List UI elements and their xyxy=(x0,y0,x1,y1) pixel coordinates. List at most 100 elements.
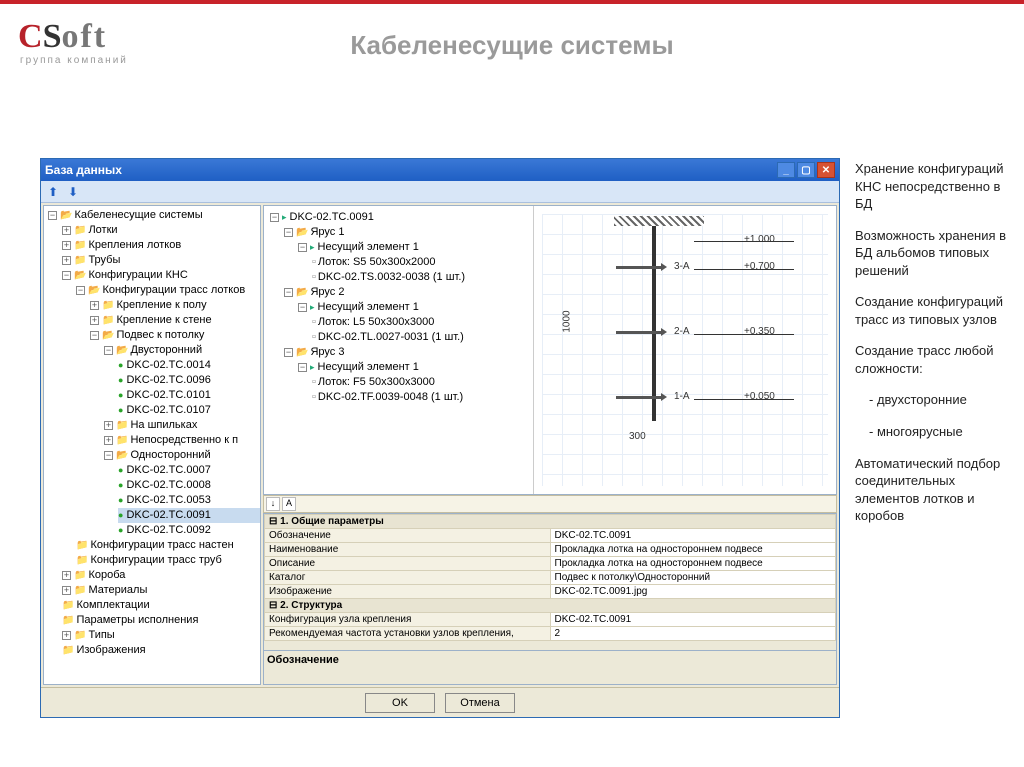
bullet-2: Возможность хранения в БД альбомов типов… xyxy=(855,227,1015,280)
prop-key-name: Наименование xyxy=(265,543,551,557)
tree-ktn[interactable]: Конфигурации трасс настен xyxy=(90,539,233,551)
lbl-2a: 2-A xyxy=(674,326,690,337)
tree-ktr[interactable]: Конфигурации трасс труб xyxy=(90,554,221,566)
sort-az-icon[interactable]: ↓ xyxy=(266,497,280,511)
cfg-y1-ne[interactable]: Несущий элемент 1 xyxy=(318,241,419,253)
cancel-button[interactable]: Отмена xyxy=(445,693,515,713)
arm-2a xyxy=(616,331,664,334)
prop-key-konf: Конфигурация узла крепления xyxy=(265,613,551,627)
tree-podv[interactable]: Подвес к потолку xyxy=(116,329,204,341)
database-window: База данных _ ▢ ✕ ⬆ ⬇ −Кабеленесущие сис… xyxy=(40,158,840,718)
prop-key-freq: Рекомендуемая частота установки узлов кр… xyxy=(265,627,551,641)
item-d2[interactable]: DKC-02.TC.0096 xyxy=(126,374,210,386)
cfg-y3[interactable]: Ярус 3 xyxy=(310,346,344,358)
categorize-icon[interactable]: A xyxy=(282,497,296,511)
left-tree-panel[interactable]: −Кабеленесущие системы +Лотки +Крепления… xyxy=(43,205,261,685)
lbl-3a: 3-A xyxy=(674,261,690,272)
cfg-y2-d[interactable]: DKC-02.TL.0027-0031 (1 шт.) xyxy=(318,331,464,343)
slide-title: Кабеленесущие системы xyxy=(0,30,1024,61)
tree-izob[interactable]: Изображения xyxy=(76,644,145,656)
item-o5[interactable]: DKC-02.TC.0092 xyxy=(126,524,210,536)
prop-key-obozn: Обозначение xyxy=(265,529,551,543)
prop-key-cat: Каталог xyxy=(265,571,551,585)
tree-tipy[interactable]: Типы xyxy=(88,629,114,641)
tree-lotki[interactable]: Лотки xyxy=(88,224,117,236)
tree-nepot[interactable]: Непосредственно к п xyxy=(130,434,238,446)
tree-truby[interactable]: Трубы xyxy=(88,254,120,266)
item-d3[interactable]: DKC-02.TC.0101 xyxy=(126,389,210,401)
slide-bullets: Хранение конфигураций КНС непосредственн… xyxy=(855,160,1015,539)
item-o1[interactable]: DKC-02.TC.0007 xyxy=(126,464,210,476)
val-3a: +0.700 xyxy=(744,261,775,272)
tree-dvust[interactable]: Двусторонний xyxy=(130,344,202,356)
tree-konf[interactable]: Конфигурации КНС xyxy=(88,269,187,281)
cfg-y2[interactable]: Ярус 2 xyxy=(310,286,344,298)
cfg-y3-l[interactable]: Лоток: F5 50x300x3000 xyxy=(318,376,435,388)
bullet-4b: - многоярусные xyxy=(855,423,1015,441)
tree-komp[interactable]: Комплектации xyxy=(76,599,149,611)
bullet-5: Автоматический подбор соединительных эле… xyxy=(855,455,1015,525)
close-button[interactable]: ✕ xyxy=(817,162,835,178)
cfg-root[interactable]: DKC-02.TC.0091 xyxy=(290,211,374,223)
up-arrow-icon[interactable]: ⬆ xyxy=(45,184,61,200)
item-o4-selected[interactable]: DKC-02.TC.0091 xyxy=(126,509,210,521)
cfg-y1[interactable]: Ярус 1 xyxy=(310,226,344,238)
item-d1[interactable]: DKC-02.TC.0014 xyxy=(126,359,210,371)
props-group2: 2. Структура xyxy=(280,600,342,611)
prop-val-freq[interactable]: 2 xyxy=(550,627,836,641)
lbl-1a: 1-A xyxy=(674,391,690,402)
hdim: 300 xyxy=(629,431,646,442)
config-tree-panel[interactable]: −DKC-02.TC.0091 −Ярус 1 −Несущий элемент… xyxy=(264,206,534,494)
item-d4[interactable]: DKC-02.TC.0107 xyxy=(126,404,210,416)
window-toolbar: ⬆ ⬇ xyxy=(41,181,839,203)
tree-shpil[interactable]: На шпильках xyxy=(130,419,197,431)
tree-root[interactable]: Кабеленесущие системы xyxy=(74,209,202,221)
property-description: Обозначение xyxy=(263,651,837,685)
prop-val-cat[interactable]: Подвес к потолку\Односторонний xyxy=(550,571,836,585)
cfg-y3-d[interactable]: DKC-02.TF.0039-0048 (1 шт.) xyxy=(318,391,463,403)
bullet-3: Создание конфигураций трасс из типовых у… xyxy=(855,293,1015,328)
cfg-y1-l[interactable]: Лоток: S5 50x300x2000 xyxy=(318,256,436,268)
window-title: База данных xyxy=(45,163,122,177)
maximize-button[interactable]: ▢ xyxy=(797,162,815,178)
tree-mat[interactable]: Материалы xyxy=(88,584,147,596)
tree-param[interactable]: Параметры исполнения xyxy=(76,614,198,626)
minimize-button[interactable]: _ xyxy=(777,162,795,178)
props-toolbar: ↓ A xyxy=(263,495,837,513)
tree-ksten[interactable]: Крепление к стене xyxy=(116,314,211,326)
prop-val-img[interactable]: DKC-02.TC.0091.jpg xyxy=(550,585,836,599)
prop-val-konf[interactable]: DKC-02.TC.0091 xyxy=(550,613,836,627)
slide-accent-bar xyxy=(0,0,1024,4)
cfg-y2-ne[interactable]: Несущий элемент 1 xyxy=(318,301,419,313)
tree-kpol[interactable]: Крепление к полу xyxy=(116,299,206,311)
val-1a: +0.050 xyxy=(744,391,775,402)
val-top: +1.000 xyxy=(744,234,775,245)
val-2a: +0.350 xyxy=(744,326,775,337)
prop-val-name[interactable]: Прокладка лотка на одностороннем подвесе xyxy=(550,543,836,557)
tree-krepl[interactable]: Крепления лотков xyxy=(88,239,181,251)
prop-val-desc[interactable]: Прокладка лотка на одностороннем подвесе xyxy=(550,557,836,571)
prop-key-img: Изображение xyxy=(265,585,551,599)
ceiling-hatch xyxy=(614,216,704,226)
bullet-4: Создание трасс любой сложности: xyxy=(855,342,1015,377)
item-o3[interactable]: DKC-02.TC.0053 xyxy=(126,494,210,506)
down-arrow-icon[interactable]: ⬇ xyxy=(65,184,81,200)
ok-button[interactable]: OK xyxy=(365,693,435,713)
cfg-y2-l[interactable]: Лоток: L5 50x300x3000 xyxy=(318,316,434,328)
vdim: 1000 xyxy=(562,310,573,332)
props-group1: 1. Общие параметры xyxy=(280,516,384,527)
hanger-rod xyxy=(652,226,656,421)
prop-val-obozn[interactable]: DKC-02.TC.0091 xyxy=(550,529,836,543)
cfg-y1-d[interactable]: DKC-02.TS.0032-0038 (1 шт.) xyxy=(318,271,465,283)
item-o2[interactable]: DKC-02.TC.0008 xyxy=(126,479,210,491)
arm-3a xyxy=(616,266,664,269)
cfg-y3-ne[interactable]: Несущий элемент 1 xyxy=(318,361,419,373)
prop-key-desc: Описание xyxy=(265,557,551,571)
tree-odnost[interactable]: Односторонний xyxy=(130,449,210,461)
window-titlebar[interactable]: База данных _ ▢ ✕ xyxy=(41,159,839,181)
tree-ktl[interactable]: Конфигурации трасс лотков xyxy=(102,284,245,296)
properties-grid[interactable]: ⊟ 1. Общие параметры ОбозначениеDKC-02.T… xyxy=(263,513,837,651)
tree-koroba[interactable]: Короба xyxy=(88,569,125,581)
bullet-4a: - двухсторонние xyxy=(855,391,1015,409)
dialog-footer: OK Отмена xyxy=(41,687,839,717)
